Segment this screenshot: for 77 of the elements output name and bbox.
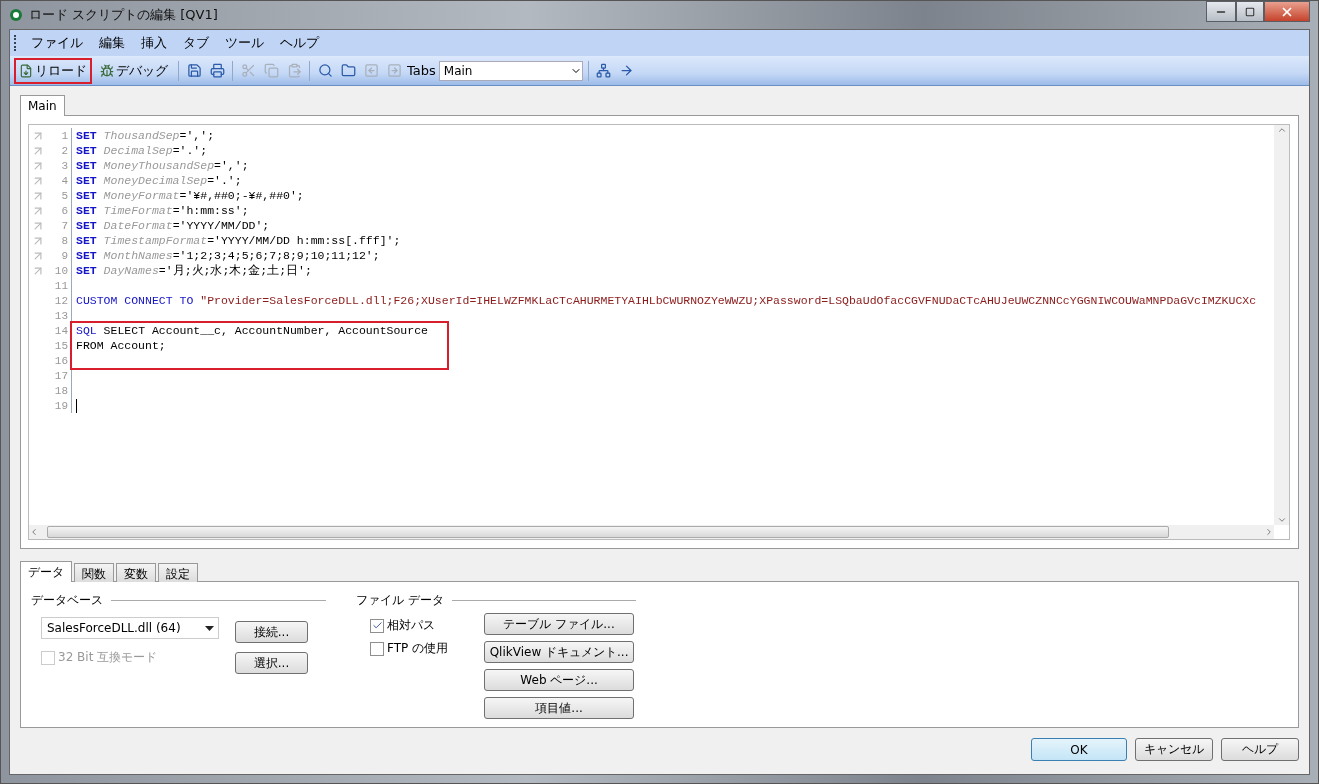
vertical-scrollbar[interactable] xyxy=(1274,125,1289,525)
app-logo-icon xyxy=(9,8,23,22)
menu-item[interactable]: 編集 xyxy=(92,31,132,55)
folder-icon xyxy=(340,63,356,78)
dialog-button[interactable]: Web ページ... xyxy=(484,669,635,691)
line-number: 13 xyxy=(53,309,69,322)
line-number: 14 xyxy=(53,324,69,337)
line-number: 8 xyxy=(60,234,69,247)
dialog-button[interactable]: テーブル ファイル... xyxy=(484,613,635,635)
line-number: 10 xyxy=(53,264,69,277)
line-number: 1 xyxy=(60,129,69,142)
dialog-button[interactable]: QlikView ドキュメント... xyxy=(484,641,635,663)
line-number: 15 xyxy=(53,339,69,352)
printer-icon xyxy=(209,63,225,78)
network-icon xyxy=(596,63,612,78)
line-number: 2 xyxy=(60,144,69,157)
panel-tab[interactable]: 設定 xyxy=(158,563,198,582)
minimize-button[interactable] xyxy=(1206,1,1236,22)
line-number: 6 xyxy=(60,204,69,217)
dropdown-icon xyxy=(205,625,214,631)
line-number: 3 xyxy=(60,159,69,172)
scroll-down-icon[interactable] xyxy=(1276,515,1287,525)
line-number: 18 xyxy=(53,384,69,397)
maximize-icon xyxy=(1245,6,1255,17)
dialog-button[interactable]: 接続... xyxy=(235,621,308,643)
line-number: 11 xyxy=(53,279,69,292)
menu-item[interactable]: ファイル xyxy=(24,31,90,55)
tab-select[interactable]: Main xyxy=(438,60,583,81)
scroll-right-icon[interactable] xyxy=(1264,527,1274,537)
search-icon xyxy=(317,63,333,78)
line-number: 7 xyxy=(60,219,69,232)
checkbox[interactable] xyxy=(370,641,384,656)
line-number: 9 xyxy=(60,249,69,262)
bug-icon xyxy=(100,63,114,78)
copy-icon xyxy=(263,63,279,78)
document-arrow-icon xyxy=(19,63,33,78)
line-number: 19 xyxy=(53,399,69,412)
arrow-right-icon xyxy=(386,63,402,78)
checkbox-label: 32 Bit 互換モード xyxy=(58,649,158,666)
cut-icon xyxy=(240,63,256,78)
line-number: 4 xyxy=(60,174,69,187)
toolbar-button[interactable]: デバッグ xyxy=(95,57,173,84)
scroll-up-icon[interactable] xyxy=(1276,125,1287,135)
menu-item[interactable]: ヘルプ xyxy=(273,31,326,55)
close-button[interactable] xyxy=(1264,1,1310,22)
arrow-icon xyxy=(619,63,635,78)
menu-item[interactable]: タブ xyxy=(176,31,216,55)
paste-icon xyxy=(286,63,302,78)
tabs-label: Tabs xyxy=(407,63,436,78)
panel-tab[interactable]: 関数 xyxy=(74,563,114,582)
save-icon xyxy=(186,63,202,78)
line-number: 16 xyxy=(53,354,69,367)
database-dropdown[interactable]: SalesForceDLL.dll (64) xyxy=(41,617,219,639)
dialog-button[interactable]: 項目値... xyxy=(484,697,635,719)
dialog-button[interactable]: ヘルプ xyxy=(1221,738,1299,761)
script-tab[interactable]: Main xyxy=(20,95,65,116)
line-number: 17 xyxy=(53,369,69,382)
checkbox-label: FTP の使用 xyxy=(387,640,449,657)
arrow-left-icon xyxy=(363,63,379,78)
menu-item[interactable]: 挿入 xyxy=(134,31,174,55)
line-number: 5 xyxy=(60,189,69,202)
dialog-button[interactable]: キャンセル xyxy=(1135,738,1213,761)
menu-item[interactable]: ツール xyxy=(218,31,271,55)
maximize-button[interactable] xyxy=(1236,1,1264,22)
line-number: 12 xyxy=(53,294,69,307)
scroll-left-icon[interactable] xyxy=(29,527,39,537)
window-title: ロード スクリプトの編集 [QV1] xyxy=(29,6,218,24)
checkbox[interactable] xyxy=(370,618,384,633)
dialog-button[interactable]: 選択... xyxy=(235,652,308,674)
group-title: データベース xyxy=(31,592,103,609)
panel-tab[interactable]: データ xyxy=(20,561,72,582)
toolbar-button[interactable]: リロード xyxy=(14,57,92,84)
dialog-button[interactable]: OK xyxy=(1031,738,1127,761)
panel-tab[interactable]: 変数 xyxy=(116,563,156,582)
horizontal-scrollbar[interactable] xyxy=(29,525,1274,539)
checkbox-label: 相対パス xyxy=(387,617,435,634)
group-title: ファイル データ xyxy=(356,592,444,609)
